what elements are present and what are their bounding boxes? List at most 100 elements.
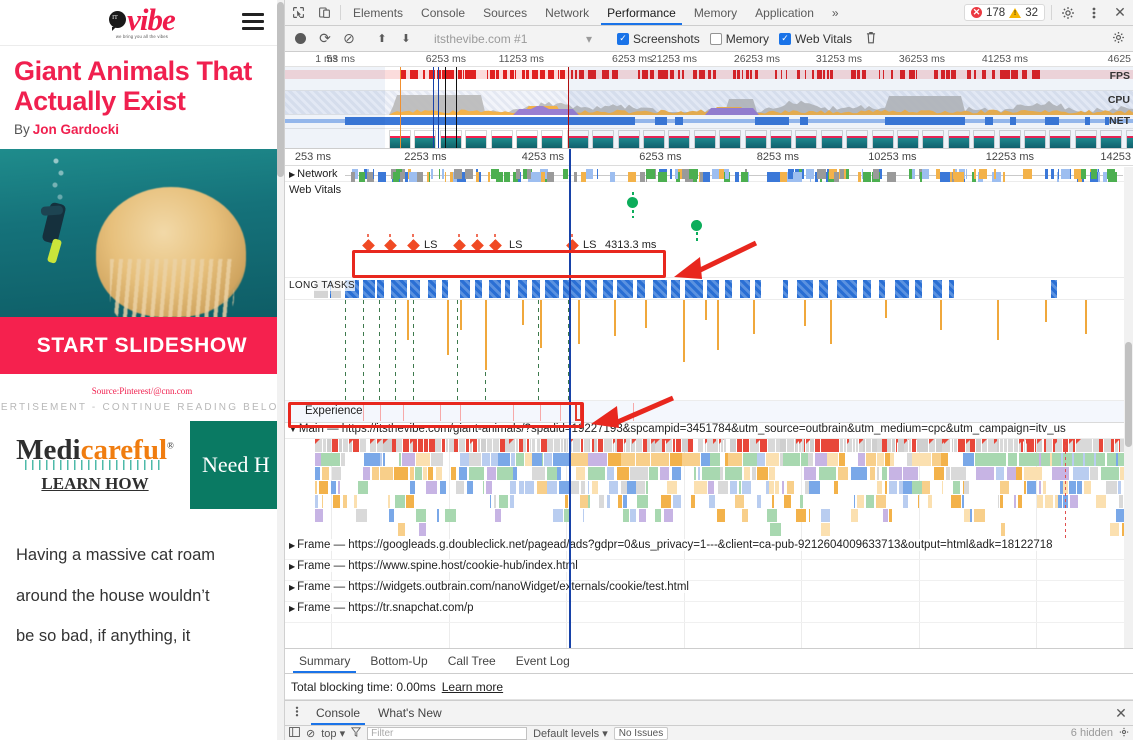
flame-block[interactable] (786, 439, 794, 452)
flame-block[interactable] (494, 509, 502, 522)
flame-block[interactable] (382, 453, 385, 466)
network-request[interactable] (1045, 169, 1049, 179)
long-task-bar[interactable] (505, 280, 510, 298)
flame-block[interactable] (647, 439, 650, 452)
track-frame-outbrain[interactable]: ▶ Frame — https://widgets.outbrain.com/na… (285, 581, 1133, 602)
flame-block[interactable] (709, 495, 716, 508)
experience-event-tick[interactable] (633, 403, 634, 421)
long-task-bar[interactable] (755, 280, 761, 298)
console-clear-icon[interactable]: ⊘ (306, 727, 315, 740)
flame-block[interactable] (635, 453, 651, 466)
flame-block[interactable] (591, 481, 598, 494)
flame-block[interactable] (1013, 439, 1018, 452)
network-request[interactable] (1051, 169, 1054, 179)
flame-block[interactable] (1096, 453, 1105, 466)
flame-block[interactable] (395, 495, 406, 508)
flame-block[interactable] (524, 481, 535, 494)
flame-block[interactable] (999, 439, 1003, 452)
flame-block[interactable] (607, 439, 613, 452)
flame-block[interactable] (951, 495, 961, 508)
load-profile-icon[interactable]: ⬆ (371, 32, 393, 45)
network-request[interactable] (911, 169, 916, 179)
flame-block[interactable] (649, 467, 659, 480)
flame-block[interactable] (708, 481, 715, 494)
flame-block[interactable] (553, 509, 563, 522)
network-request[interactable] (562, 169, 569, 179)
flame-block[interactable] (888, 467, 902, 480)
flame-block[interactable] (783, 453, 801, 466)
close-icon[interactable]: ✕ (1107, 0, 1133, 25)
flame-block[interactable] (531, 439, 536, 452)
network-request[interactable] (922, 169, 930, 179)
flame-block[interactable] (580, 495, 588, 508)
flame-block[interactable] (693, 481, 702, 494)
flame-block[interactable] (547, 481, 558, 494)
long-task-bar[interactable] (933, 280, 942, 298)
flame-block[interactable] (587, 453, 602, 466)
flame-block[interactable] (396, 439, 402, 452)
flame-block[interactable] (856, 495, 864, 508)
expand-triangle-icon[interactable]: ▼ (289, 425, 297, 434)
flame-block[interactable] (486, 481, 493, 494)
flame-block[interactable] (772, 495, 775, 508)
flame-block[interactable] (426, 481, 438, 494)
flame-block[interactable] (569, 453, 588, 466)
site-logo[interactable]: IT vibe we bring you all the vibes (109, 4, 176, 39)
long-task-bar[interactable] (637, 280, 645, 298)
flame-block[interactable] (688, 439, 693, 452)
flame-block[interactable] (327, 439, 331, 452)
flame-block[interactable] (460, 453, 469, 466)
network-request[interactable] (688, 169, 698, 179)
flame-block[interactable] (322, 439, 327, 452)
network-request[interactable] (488, 172, 490, 182)
track-webvitals[interactable]: Web Vitals LS LS LS 4313.3 ms (285, 182, 1133, 278)
flame-block[interactable] (702, 467, 720, 480)
drawer-kebab-icon[interactable] (287, 705, 307, 721)
flame-block[interactable] (622, 495, 627, 508)
flame-block[interactable] (986, 453, 995, 466)
filmstrip-thumbnail[interactable] (947, 130, 970, 148)
frame-label[interactable]: ▶ Frame — https://www.spine.host/cookie-h… (289, 560, 578, 572)
flame-block[interactable] (700, 453, 710, 466)
tab-sources[interactable]: Sources (474, 0, 536, 25)
ad-secondary[interactable]: Need H (190, 421, 284, 510)
flame-block[interactable] (702, 481, 707, 494)
flame-block[interactable] (581, 481, 586, 494)
flame-block[interactable] (359, 439, 366, 452)
flame-block[interactable] (724, 467, 742, 480)
flame-block[interactable] (903, 467, 919, 480)
network-request[interactable] (818, 169, 826, 179)
flame-block[interactable] (315, 495, 319, 508)
flame-block[interactable] (340, 453, 345, 466)
network-request[interactable] (645, 169, 655, 179)
tab-console[interactable]: Console (412, 0, 474, 25)
flame-block[interactable] (410, 467, 414, 480)
filmstrip-thumbnail[interactable] (439, 130, 462, 148)
flame-block[interactable] (435, 467, 442, 480)
network-request[interactable] (887, 172, 896, 182)
filmstrip-thumbnail[interactable] (693, 130, 716, 148)
flame-block[interactable] (604, 439, 607, 452)
main-thread-flamechart[interactable] (285, 439, 1133, 539)
flame-block[interactable] (616, 439, 624, 452)
flame-block[interactable] (933, 467, 944, 480)
flame-block[interactable] (1069, 481, 1077, 494)
layout-shift-marker[interactable] (453, 239, 466, 252)
flame-block[interactable] (888, 481, 897, 494)
tab-application[interactable]: Application (746, 0, 823, 25)
filmstrip-thumbnail[interactable] (541, 130, 564, 148)
filmstrip-thumbnail[interactable] (1125, 130, 1133, 148)
learn-more-link[interactable]: Learn more (442, 680, 503, 694)
track-frame-spinehost[interactable]: ▶ Frame — https://www.spine.host/cookie-h… (285, 560, 1133, 581)
flame-block[interactable] (741, 509, 748, 522)
flame-block[interactable] (630, 467, 648, 480)
flamechart-scrollbar[interactable] (1124, 167, 1133, 648)
network-request[interactable] (699, 172, 702, 182)
long-task-bar[interactable] (518, 280, 527, 298)
flame-block[interactable] (681, 439, 689, 452)
layout-shift-marker[interactable] (384, 239, 397, 252)
flame-block[interactable] (975, 467, 994, 480)
flame-block[interactable] (499, 439, 505, 452)
experience-selected-event[interactable] (575, 403, 582, 421)
flame-block[interactable] (1036, 495, 1043, 508)
